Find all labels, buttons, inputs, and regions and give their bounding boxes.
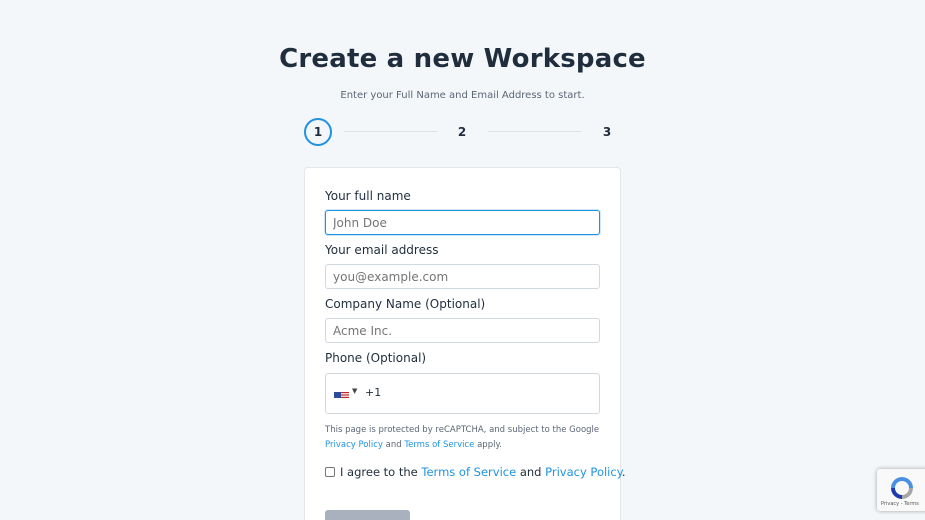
email-input[interactable] bbox=[325, 264, 600, 289]
signup-card: Your full name Your email address Compan… bbox=[304, 167, 626, 520]
page-subtitle: Enter your Full Name and Email Address t… bbox=[340, 90, 585, 101]
next-button[interactable] bbox=[325, 510, 410, 520]
page-title: Create a new Workspace bbox=[279, 44, 646, 74]
step-1: 1 bbox=[304, 118, 332, 146]
company-input[interactable] bbox=[325, 318, 600, 343]
recaptcha-notice-and: and bbox=[385, 440, 402, 450]
step-connector bbox=[344, 131, 438, 132]
agree-and: and bbox=[519, 465, 542, 479]
phone-input[interactable]: ▼ +1 bbox=[325, 373, 600, 414]
step-connector bbox=[488, 131, 582, 132]
email-label: Your email address bbox=[325, 243, 439, 257]
agree-suffix: . bbox=[621, 465, 626, 479]
full-name-label: Your full name bbox=[325, 189, 411, 203]
company-label: Company Name (Optional) bbox=[325, 297, 486, 311]
recaptcha-icon bbox=[891, 477, 913, 499]
full-name-input[interactable] bbox=[325, 210, 600, 235]
google-terms-link[interactable]: Terms of Service bbox=[404, 440, 474, 450]
agree-row: I agree to the Terms of Service and Priv… bbox=[325, 465, 626, 481]
agree-checkbox[interactable] bbox=[325, 467, 335, 477]
recaptcha-badge[interactable]: Privacy - Terms bbox=[877, 469, 925, 511]
step-3: 3 bbox=[602, 125, 612, 139]
us-flag-icon[interactable] bbox=[334, 388, 349, 399]
google-privacy-link[interactable]: Privacy Policy bbox=[325, 440, 383, 450]
phone-label: Phone (Optional) bbox=[325, 351, 427, 365]
chevron-down-icon[interactable]: ▼ bbox=[352, 387, 357, 395]
stepper: 1 2 3 bbox=[304, 118, 624, 146]
terms-link[interactable]: Terms of Service bbox=[421, 465, 516, 479]
dial-code: +1 bbox=[365, 386, 382, 399]
agree-text: I agree to the bbox=[340, 465, 418, 479]
recaptcha-notice-text: This page is protected by reCAPTCHA, and… bbox=[325, 425, 600, 435]
step-2: 2 bbox=[457, 125, 467, 139]
recaptcha-notice-suffix: apply. bbox=[477, 440, 502, 450]
privacy-link[interactable]: Privacy Policy bbox=[545, 465, 622, 479]
recaptcha-links[interactable]: Privacy - Terms bbox=[881, 501, 919, 507]
recaptcha-notice: This page is protected by reCAPTCHA, and… bbox=[325, 423, 605, 453]
